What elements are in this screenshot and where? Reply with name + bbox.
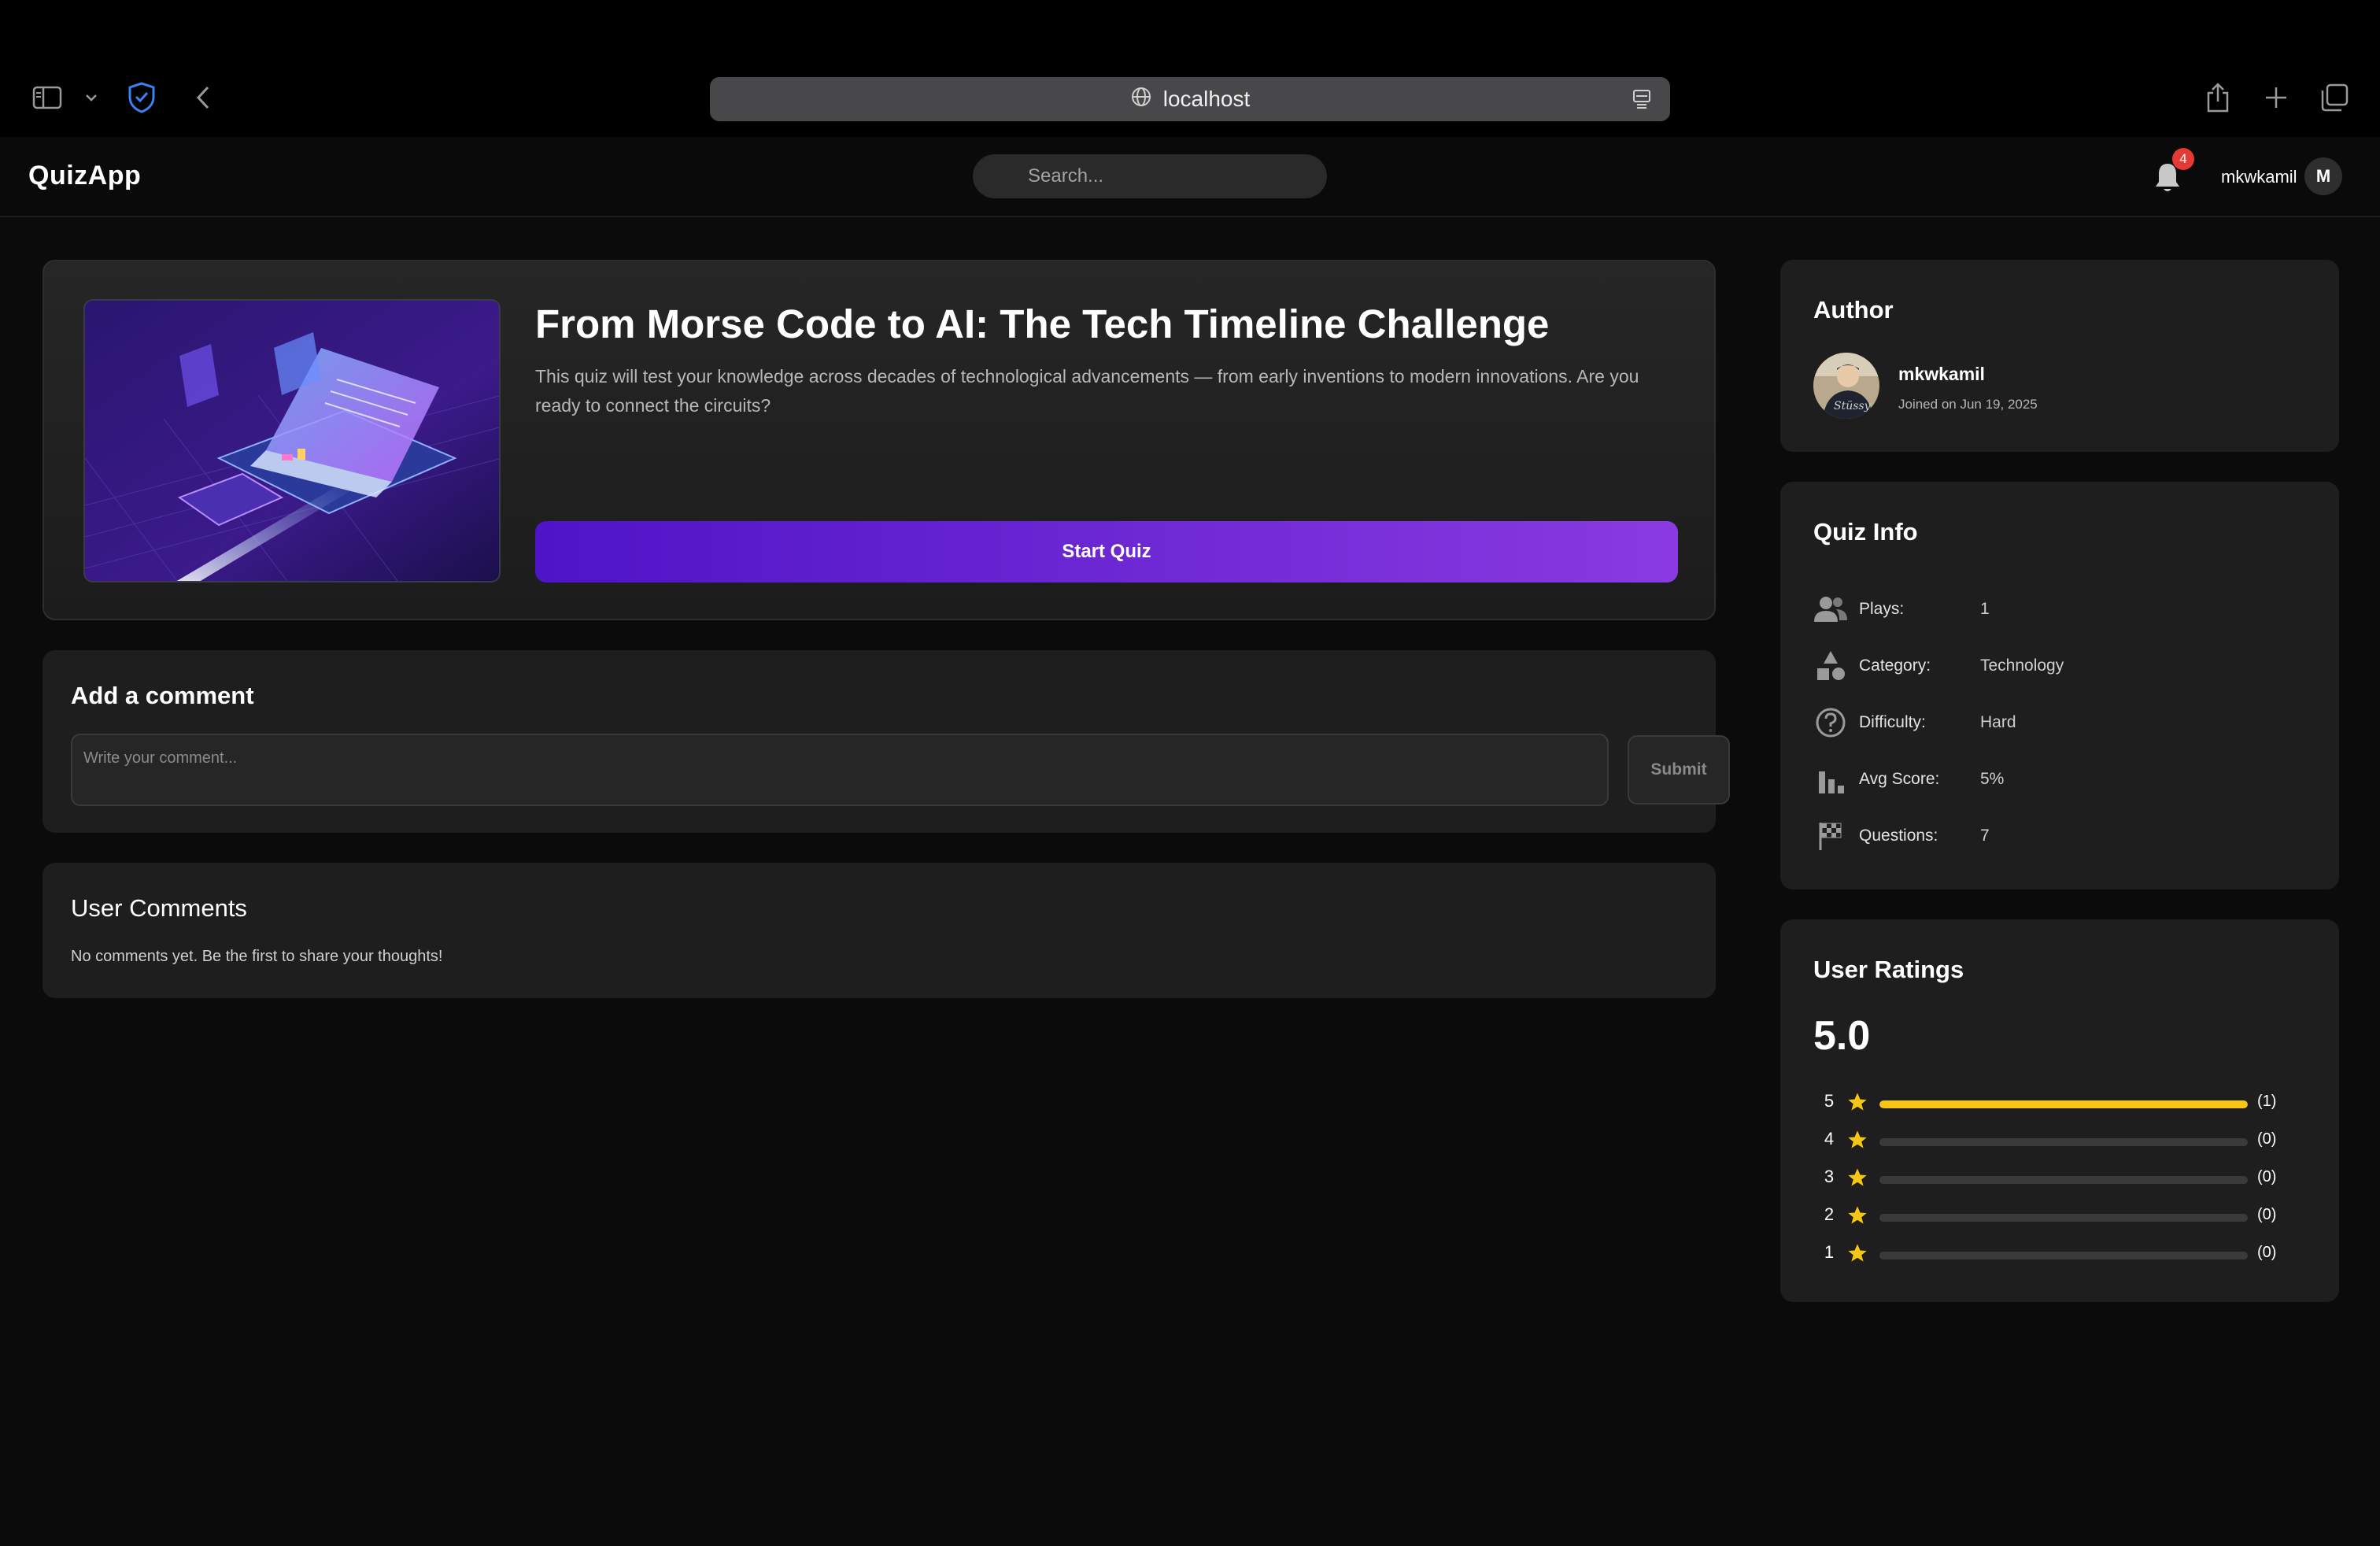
info-value: 1 xyxy=(1980,600,1990,618)
info-row-category: Category: Technology xyxy=(1812,645,2315,686)
info-row-questions: Questions: 7 xyxy=(1812,816,2315,856)
star-icon xyxy=(1846,1091,1868,1117)
rating-row: 4 (0) xyxy=(1821,1127,2309,1154)
rating-count: (0) xyxy=(2257,1244,2277,1261)
rating-bar xyxy=(1879,1176,2248,1184)
rating-bar xyxy=(1879,1214,2248,1222)
chevron-down-icon[interactable] xyxy=(74,80,109,115)
start-quiz-button[interactable]: Start Quiz xyxy=(535,521,1678,583)
rating-row: 5 (1) xyxy=(1821,1089,2309,1116)
rating-stars-label: 5 xyxy=(1824,1091,1835,1111)
star-icon xyxy=(1846,1242,1868,1268)
rating-count: (0) xyxy=(2257,1168,2277,1185)
back-icon[interactable] xyxy=(186,80,220,115)
info-value: Hard xyxy=(1980,713,2016,731)
user-comments-heading: User Comments xyxy=(71,894,247,922)
rating-stars-label: 4 xyxy=(1824,1129,1835,1148)
checkered-flag-icon xyxy=(1812,817,1850,855)
rating-count: (0) xyxy=(2257,1130,2277,1148)
info-value: 7 xyxy=(1980,827,1990,845)
reader-mode-icon[interactable] xyxy=(1631,88,1653,114)
submit-comment-button[interactable]: Submit xyxy=(1628,735,1730,804)
notification-badge: 4 xyxy=(2172,148,2194,170)
quiz-info-card: Quiz Info Plays: 1 Category: Technology … xyxy=(1780,482,2339,890)
info-row-plays: Plays: 1 xyxy=(1812,589,2315,630)
address-bar[interactable]: localhost xyxy=(710,77,1670,121)
rating-bar xyxy=(1879,1100,2248,1108)
quiz-info-heading: Quiz Info xyxy=(1813,518,1918,546)
no-comments-text: No comments yet. Be the first to share y… xyxy=(71,948,443,965)
app-header: QuizApp 4 mkwkamil M xyxy=(0,137,2380,217)
user-ratings-heading: User Ratings xyxy=(1813,956,1964,983)
rating-row: 2 (0) xyxy=(1821,1203,2309,1230)
new-tab-icon[interactable] xyxy=(2259,80,2293,115)
author-name[interactable]: mkwkamil xyxy=(1898,364,1985,385)
tab-overview-icon[interactable] xyxy=(2317,80,2352,115)
avatar[interactable]: M xyxy=(2304,157,2342,195)
average-rating: 5.0 xyxy=(1813,1013,1871,1059)
search-input[interactable] xyxy=(973,154,1327,198)
rating-count: (1) xyxy=(2257,1093,2277,1110)
info-label: Category: xyxy=(1859,656,1931,675)
user-ratings-card: User Ratings 5.0 5 (1) 4 (0) 3 (0) 2 (0)… xyxy=(1780,919,2339,1302)
info-row-avg-score: Avg Score: 5% xyxy=(1812,759,2315,800)
add-comment-heading: Add a comment xyxy=(71,682,254,709)
rating-stars-label: 2 xyxy=(1824,1204,1835,1224)
category-icon xyxy=(1812,647,1850,685)
shield-icon[interactable] xyxy=(124,80,159,115)
rating-count: (0) xyxy=(2257,1206,2277,1223)
info-label: Plays: xyxy=(1859,600,1905,618)
url-text: localhost xyxy=(1162,87,1251,111)
rating-row: 3 (0) xyxy=(1821,1165,2309,1192)
add-comment-card: Add a comment Submit xyxy=(42,650,1730,833)
author-joined-date: Joined on Jun 19, 2025 xyxy=(1898,397,2038,412)
author-heading: Author xyxy=(1813,296,1894,324)
rating-bar xyxy=(1879,1138,2248,1146)
author-card: Author Stüssy mkwkamil Joined on Jun 19,… xyxy=(1780,260,2339,452)
quiz-description: This quiz will test your knowledge acros… xyxy=(535,366,1639,416)
app-logo[interactable]: QuizApp xyxy=(28,161,141,191)
user-comments-card: User Comments No comments yet. Be the fi… xyxy=(42,863,1716,998)
author-avatar[interactable]: Stüssy xyxy=(1813,353,1879,419)
info-label: Avg Score: xyxy=(1859,770,1940,788)
quiz-hero-card: From Morse Code to AI: The Tech Timeline… xyxy=(42,260,1716,620)
comment-input[interactable] xyxy=(71,734,1609,806)
globe-icon xyxy=(1130,86,1152,113)
share-icon[interactable] xyxy=(2201,80,2235,115)
rating-row: 1 (0) xyxy=(1821,1241,2309,1267)
rating-bar-fill xyxy=(1879,1100,2248,1108)
svg-text:Stüssy: Stüssy xyxy=(1834,400,1872,412)
info-label: Difficulty: xyxy=(1859,713,1926,731)
rating-stars-label: 3 xyxy=(1824,1167,1835,1186)
help-circle-icon xyxy=(1812,704,1850,742)
info-value: Technology xyxy=(1980,656,2064,675)
header-username[interactable]: mkwkamil xyxy=(2221,167,2297,187)
bar-chart-icon xyxy=(1812,760,1850,798)
star-icon xyxy=(1846,1204,1868,1230)
sidebar-toggle-icon[interactable] xyxy=(30,80,65,115)
info-value: 5% xyxy=(1980,770,2005,788)
quiz-cover-image xyxy=(83,299,501,583)
info-label: Questions: xyxy=(1859,827,1938,845)
info-row-difficulty: Difficulty: Hard xyxy=(1812,702,2315,743)
rating-bar xyxy=(1879,1252,2248,1259)
star-icon xyxy=(1846,1167,1868,1193)
quiz-title: From Morse Code to AI: The Tech Timeline… xyxy=(535,301,1550,346)
star-icon xyxy=(1846,1129,1868,1155)
rating-stars-label: 1 xyxy=(1824,1242,1835,1262)
system-top-bar xyxy=(0,0,2380,58)
people-icon xyxy=(1812,590,1850,628)
